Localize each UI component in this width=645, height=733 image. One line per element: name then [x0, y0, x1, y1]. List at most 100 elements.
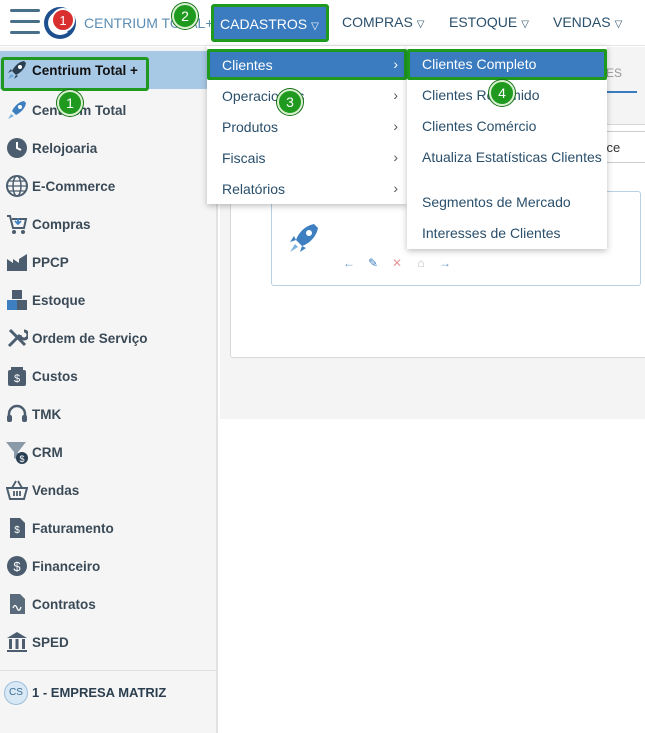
sidebar-item-label: Compras: [32, 216, 91, 232]
menu-vendas[interactable]: VENDAS ▽: [553, 14, 622, 30]
step-marker-3: 3: [277, 89, 303, 115]
menu-item-relatorios[interactable]: Relatórios ›: [207, 173, 407, 204]
notification-badge[interactable]: 1: [51, 8, 75, 32]
sidebar-item-ppcp[interactable]: PPCP: [0, 243, 216, 281]
menu-item-produtos[interactable]: Produtos ›: [207, 111, 407, 142]
cart-icon: [5, 212, 29, 236]
sidebar-item-label: TMK: [32, 406, 62, 422]
company-label: 1 - EMPRESA MATRIZ: [32, 685, 167, 700]
sidebar-item-label: CRM: [32, 444, 63, 460]
sidebar-item-faturamento[interactable]: $ Faturamento: [0, 509, 216, 547]
sidebar-item-compras[interactable]: Compras: [0, 205, 216, 243]
menu-compras-label: COMPRAS: [342, 14, 413, 30]
funnel-icon: $: [5, 440, 29, 464]
sidebar-item-label: SPED: [32, 634, 69, 650]
menu-estoque-label: ESTOQUE: [449, 14, 518, 30]
boxes-icon: [5, 288, 29, 312]
step-marker-2: 2: [172, 3, 198, 29]
bank-icon: [5, 630, 29, 654]
sidebar-item-label: Financeiro: [32, 558, 101, 574]
globe-icon: [5, 174, 29, 198]
dollar-icon: $: [5, 554, 29, 578]
sidebar-item-tmk[interactable]: TMK: [0, 395, 216, 433]
edit-icon[interactable]: ✎: [361, 256, 385, 270]
headset-icon: [5, 402, 29, 426]
sidebar: Centrium Total + Centrium Total Relojoar…: [0, 47, 218, 733]
chevron-right-icon: ›: [393, 118, 398, 134]
svg-text:$: $: [14, 525, 20, 536]
menu-item-label: Fiscais: [222, 150, 266, 166]
chevron-down-icon: ▽: [614, 19, 623, 30]
sidebar-item-label: Relojoaria: [32, 140, 98, 156]
money-box-icon: $: [5, 364, 29, 388]
menu-item-operacionais[interactable]: Operacionais ›: [207, 80, 407, 111]
svg-text:$: $: [14, 373, 20, 385]
sidebar-item-centrium-total-plus[interactable]: Centrium Total +: [0, 51, 216, 91]
sidebar-item-label: Vendas: [32, 482, 80, 498]
invoice-icon: $: [5, 516, 29, 540]
menu-cadastros[interactable]: CADASTROS ▽: [211, 4, 329, 42]
sidebar-item-relojoaria[interactable]: Relojoaria: [0, 129, 216, 167]
basket-icon: [5, 478, 29, 502]
chevron-down-icon: ▽: [521, 19, 529, 30]
rocket-icon: [290, 224, 318, 252]
sidebar-item-estoque[interactable]: Estoque: [0, 281, 216, 319]
menu-item-atualiza-estatisticas[interactable]: Atualiza Estatísticas Clientes: [407, 142, 607, 188]
menu-item-clientes-comercio[interactable]: Clientes Comércio: [407, 111, 607, 142]
clock-icon: [5, 136, 29, 160]
highlight-box: [1, 57, 149, 91]
sidebar-item-contratos[interactable]: Contratos: [0, 585, 216, 623]
tools-icon: [5, 326, 29, 350]
app-root: ES erce ← ✎ ✕ ⌂ → 1 CENTRIUM TOTAL+ CADASTRO…: [0, 0, 645, 733]
svg-text:$: $: [19, 454, 24, 464]
sidebar-item-label: PPCP: [32, 254, 69, 270]
menu-item-interesses-clientes[interactable]: Interesses de Clientes: [407, 218, 607, 249]
sidebar-item-ecommerce[interactable]: E-Commerce: [0, 167, 216, 205]
close-icon[interactable]: ✕: [385, 256, 409, 270]
step-marker-4: 4: [489, 80, 515, 106]
tab-partial[interactable]: ES: [606, 66, 622, 80]
cadastros-dropdown: Clientes › Operacionais › Produtos › Fiscai…: [207, 46, 407, 204]
company-selector[interactable]: CS 1 - EMPRESA MATRIZ: [0, 670, 216, 714]
chevron-right-icon: ›: [393, 149, 398, 165]
contract-icon: [5, 592, 29, 616]
chevron-right-icon: ›: [393, 56, 398, 72]
menu-toggle-icon[interactable]: [10, 9, 40, 35]
card-toolbar: ← ✎ ✕ ⌂ →: [337, 256, 457, 270]
sidebar-item-ordem-servico[interactable]: Ordem de Serviço: [0, 319, 216, 357]
arrow-right-icon[interactable]: →: [433, 256, 457, 270]
home-icon[interactable]: ⌂: [409, 256, 433, 270]
sidebar-item-label: Estoque: [32, 292, 86, 308]
sidebar-item-custos[interactable]: $ Custos: [0, 357, 216, 395]
menu-item-label: Produtos: [222, 119, 279, 135]
sidebar-item-label: Custos: [32, 368, 78, 384]
chevron-right-icon: ›: [393, 180, 398, 196]
menu-cadastros-label: CADASTROS: [220, 16, 308, 32]
sidebar-item-label: Faturamento: [32, 520, 114, 536]
step-marker-1: 1: [57, 90, 83, 116]
top-navbar: 1 CENTRIUM TOTAL+ CADASTROS ▽ COMPRAS ▽ ES…: [0, 0, 645, 46]
menu-vendas-label: VENDAS: [553, 14, 611, 30]
clientes-submenu: Clientes Completo Clientes Resumido Clie…: [407, 46, 607, 249]
sidebar-item-sped[interactable]: SPED: [0, 623, 216, 661]
menu-item-label: Clientes: [222, 57, 273, 73]
factory-icon: [5, 250, 29, 274]
menu-item-label: Relatórios: [222, 181, 286, 197]
chevron-right-icon: ›: [393, 87, 398, 103]
menu-item-clientes[interactable]: Clientes ›: [207, 49, 407, 80]
sidebar-item-centrium-total[interactable]: Centrium Total: [0, 91, 216, 129]
sidebar-item-financeiro[interactable]: $ Financeiro: [0, 547, 216, 585]
menu-item-fiscais[interactable]: Fiscais ›: [207, 142, 407, 173]
sidebar-item-label: Ordem de Serviço: [32, 330, 148, 346]
menu-item-clientes-completo[interactable]: Clientes Completo: [407, 49, 607, 80]
menu-item-segmentos-mercado[interactable]: Segmentos de Mercado: [407, 187, 607, 218]
chevron-down-icon: ▽: [416, 19, 425, 30]
sidebar-item-label: E-Commerce: [32, 178, 116, 194]
sidebar-item-label: Contratos: [32, 596, 96, 612]
company-avatar: CS: [4, 680, 28, 705]
sidebar-item-vendas[interactable]: Vendas: [0, 471, 216, 509]
menu-compras[interactable]: COMPRAS ▽: [342, 14, 425, 30]
sidebar-item-crm[interactable]: $ CRM: [0, 433, 216, 471]
arrow-left-icon[interactable]: ←: [337, 256, 361, 270]
menu-estoque[interactable]: ESTOQUE ▽: [449, 14, 529, 30]
